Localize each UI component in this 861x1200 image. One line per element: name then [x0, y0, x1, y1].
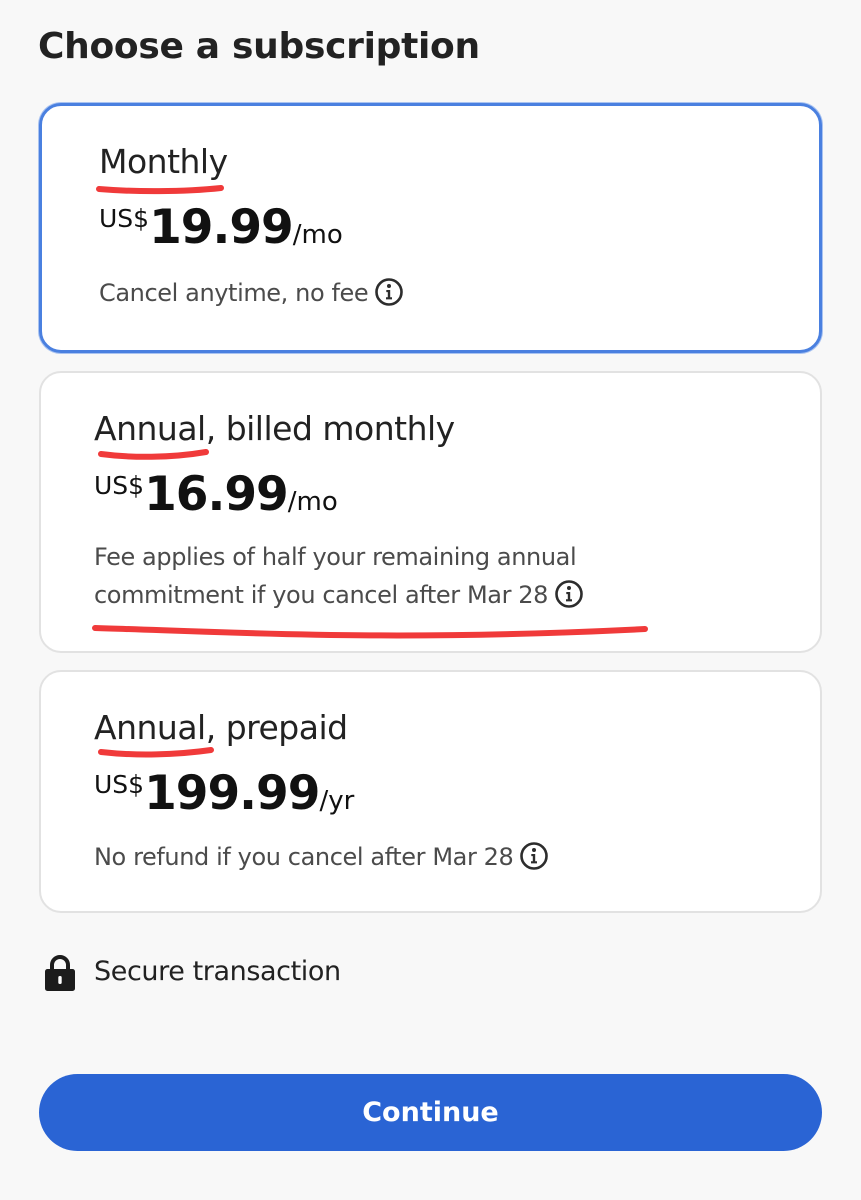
plan-option-monthly[interactable]: Monthly US$19.99/mo Cancel anytime, no f…	[39, 103, 822, 353]
plan-option-annual-prepaid[interactable]: Annual, prepaid US$199.99/yr No refund i…	[39, 670, 822, 913]
price-currency: US$	[94, 770, 145, 799]
page-title: Choose a subscription	[38, 26, 480, 67]
plan-name: Annual, prepaid	[94, 708, 348, 747]
plan-price: US$199.99/yr	[94, 766, 354, 821]
price-period: /mo	[292, 220, 343, 250]
lock-icon	[45, 955, 75, 991]
plan-price: US$16.99/mo	[94, 467, 338, 522]
price-amount: 199.99	[144, 766, 320, 821]
plan-price: US$19.99/mo	[99, 200, 343, 255]
plan-description: Fee applies of half your remaining annua…	[94, 538, 794, 614]
price-amount: 16.99	[144, 467, 289, 522]
info-icon[interactable]	[554, 579, 584, 609]
info-icon[interactable]	[519, 841, 549, 871]
plan-description-text: Cancel anytime, no fee	[99, 279, 369, 307]
price-currency: US$	[94, 471, 145, 500]
price-period: /yr	[319, 786, 355, 816]
price-currency: US$	[99, 204, 150, 233]
plan-description: No refund if you cancel after Mar 28	[94, 838, 794, 876]
price-period: /mo	[287, 487, 338, 517]
info-icon[interactable]	[374, 277, 404, 307]
plan-name: Annual, billed monthly	[94, 409, 455, 448]
plan-description-line: Fee applies of half your remaining annua…	[94, 543, 577, 571]
secure-transaction-label: Secure transaction	[94, 956, 341, 987]
plan-option-annual-billed-monthly[interactable]: Annual, billed monthly US$16.99/mo Fee a…	[39, 371, 822, 653]
continue-button[interactable]: Continue	[39, 1074, 822, 1151]
price-amount: 19.99	[149, 200, 294, 255]
plan-description-line-with-info: commitment if you cancel after Mar 28	[94, 576, 794, 614]
plan-description-line: commitment if you cancel after Mar 28	[94, 581, 549, 609]
plan-name: Monthly	[99, 142, 228, 181]
plan-description-text: No refund if you cancel after Mar 28	[94, 843, 514, 871]
plan-description: Cancel anytime, no fee	[99, 274, 779, 312]
